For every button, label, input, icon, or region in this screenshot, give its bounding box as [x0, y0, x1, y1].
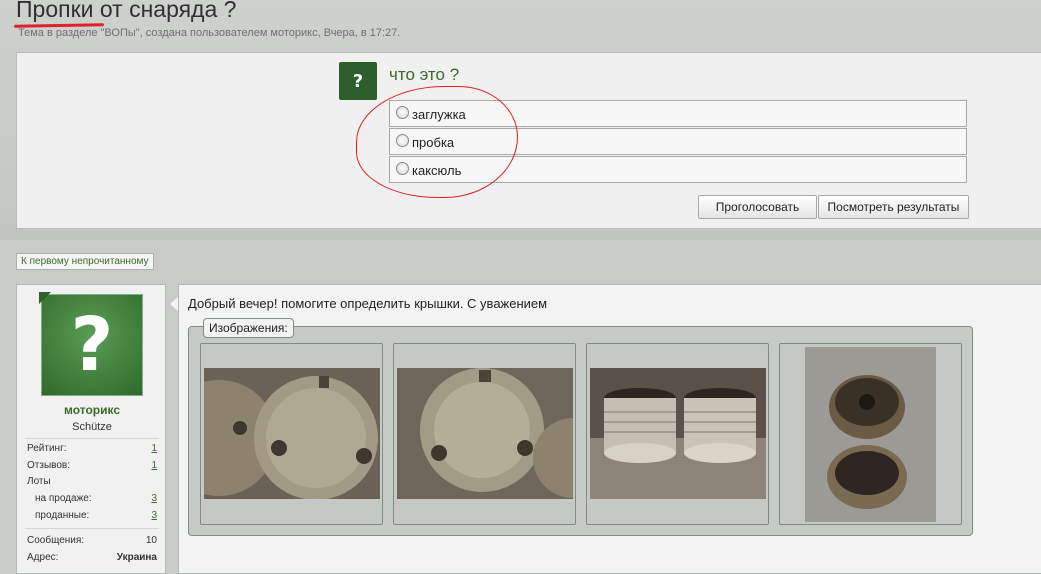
- poll-question: что это ?: [389, 65, 460, 84]
- stat-label: Лоты: [27, 476, 51, 487]
- attachments-box: Изображения:: [188, 318, 973, 536]
- user-panel: ? моторикс Schütze Рейтинг: 1 Отзывов: 1…: [16, 284, 166, 574]
- username[interactable]: моторикс: [17, 403, 167, 417]
- attachments-label: Изображения:: [203, 318, 294, 338]
- thread-title: Пропки от снаряда ?: [16, 0, 237, 22]
- attachment-thumbnail[interactable]: [586, 343, 769, 525]
- avatar[interactable]: ?: [41, 294, 143, 396]
- corroded-caps-photo-icon: [805, 347, 936, 522]
- vote-button[interactable]: Проголосовать: [698, 195, 817, 219]
- poll-box: ? что это ? заглужка пробка каксюль Прог…: [16, 52, 1041, 229]
- post-text: Добрый вечер! помогите определить крышки…: [188, 296, 548, 311]
- stat-label: проданные:: [35, 510, 90, 521]
- stat-label: Адрес:: [27, 552, 59, 563]
- attachment-thumbnail[interactable]: [779, 343, 962, 525]
- stat-label: Сообщения:: [27, 535, 85, 546]
- divider: [25, 528, 159, 529]
- stat-value: 10: [145, 535, 157, 546]
- question-icon: ?: [339, 62, 377, 100]
- poll-option[interactable]: заглужка: [389, 100, 967, 127]
- thread-meta: Тема в разделе "ВОПы", создана пользоват…: [18, 27, 401, 39]
- stat-label: Отзывов:: [27, 460, 70, 471]
- stat-value-link[interactable]: 3: [151, 510, 157, 521]
- stat-value-link[interactable]: 1: [151, 443, 157, 454]
- attachment-thumbnail[interactable]: [200, 343, 383, 525]
- user-rank: Schütze: [72, 421, 112, 433]
- poll-option[interactable]: пробка: [389, 128, 967, 155]
- view-results-button[interactable]: Посмотреть результаты: [818, 195, 969, 219]
- stat-value-link[interactable]: 1: [151, 460, 157, 471]
- poll-option[interactable]: каксюль: [389, 156, 967, 183]
- stat-label: на продаже:: [35, 493, 92, 504]
- poll-option-label: пробка: [412, 135, 455, 150]
- threaded-plugs-photo-icon: [590, 368, 766, 499]
- first-unread-button[interactable]: К первому непрочитанному: [16, 253, 154, 270]
- attachment-thumbnail[interactable]: [393, 343, 576, 525]
- poll-option-label: каксюль: [412, 163, 462, 178]
- brass-caps-photo-1-icon: [204, 368, 380, 499]
- brass-caps-photo-2-icon: [397, 368, 573, 499]
- avatar-corner-icon: [39, 292, 51, 304]
- radio-button[interactable]: [396, 134, 409, 147]
- stat-label: Рейтинг:: [27, 443, 67, 454]
- poll-option-label: заглужка: [412, 107, 466, 122]
- stat-value: Украина: [116, 552, 157, 563]
- divider: [25, 438, 159, 439]
- radio-button[interactable]: [396, 106, 409, 119]
- radio-button[interactable]: [396, 162, 409, 175]
- stat-value-link[interactable]: 3: [151, 493, 157, 504]
- post-body: Добрый вечер! помогите определить крышки…: [178, 284, 1041, 574]
